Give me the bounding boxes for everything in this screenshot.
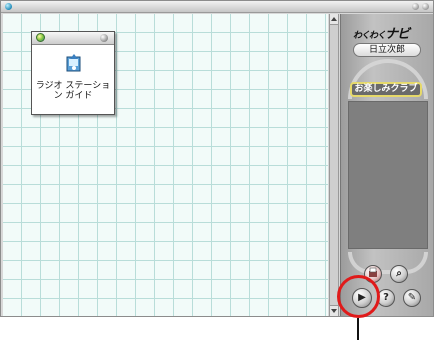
minimize-icon[interactable]	[412, 3, 419, 10]
navi-panel: わくわくナビ 日立次郎 お楽しみクラブ ⌕ ▶ ? ✎	[340, 14, 433, 316]
logo-big-text: ナビ	[385, 27, 410, 42]
title-bar[interactable]	[1, 1, 433, 13]
tile-close-icon[interactable]	[100, 34, 108, 42]
user-name-button[interactable]: 日立次郎	[353, 43, 421, 57]
app-tile-radio-station-guide[interactable]: ラジオ ステーション ガイド	[31, 31, 115, 115]
scroll-up-button[interactable]	[330, 14, 338, 25]
highlight-circle	[337, 275, 380, 318]
wakuwaku-navi-logo: わくわくナビ	[353, 23, 423, 42]
main-window: ラジオ ステーション ガイド わくわくナビ 日立次郎 お楽しみクラブ ⌕ ▶ ?…	[0, 0, 434, 317]
app-menu-icon[interactable]	[5, 3, 12, 10]
bulb-icon[interactable]: ✎	[403, 289, 421, 307]
panel-arc-bottom	[348, 252, 428, 274]
globe-icon	[36, 33, 45, 42]
logo-small-text: わくわく	[353, 31, 386, 41]
callout-line	[357, 318, 359, 340]
club-button[interactable]: お楽しみクラブ	[350, 82, 422, 97]
tile-title-bar[interactable]	[32, 32, 114, 45]
club-list-area[interactable]	[348, 101, 428, 249]
vertical-scrollbar[interactable]	[329, 14, 339, 316]
scroll-down-button[interactable]	[330, 305, 338, 316]
close-icon[interactable]	[422, 3, 429, 10]
app-icon[interactable]	[65, 53, 83, 73]
tile-label: ラジオ ステーション ガイド	[35, 81, 111, 101]
search-icon[interactable]: ⌕	[390, 265, 408, 283]
